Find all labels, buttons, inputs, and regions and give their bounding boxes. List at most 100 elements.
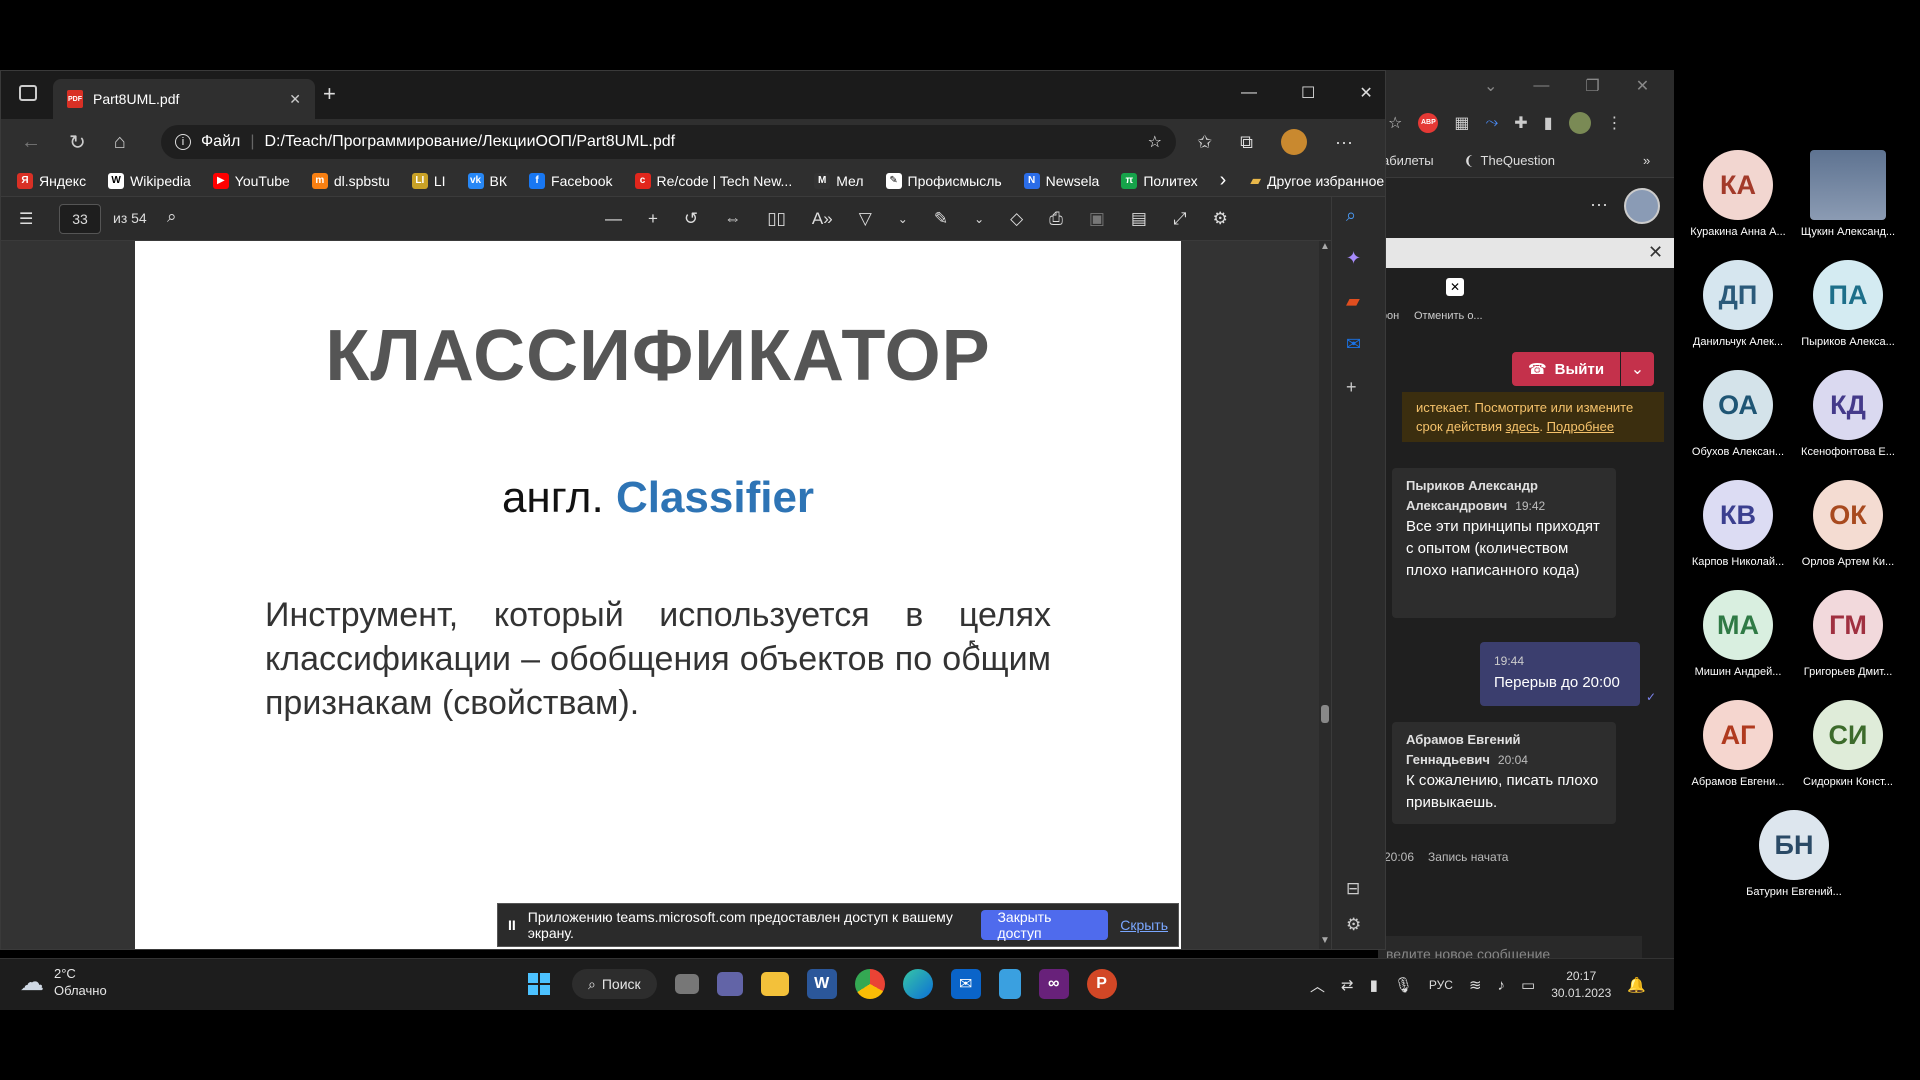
chevron-down-icon[interactable]: ⌄: [974, 212, 984, 226]
participant-tile[interactable]: Щукин Александ...: [1794, 150, 1902, 250]
outlook-icon[interactable]: ✉: [1346, 334, 1361, 355]
share-cancel-icon[interactable]: ✕: [1446, 278, 1464, 296]
participant-tile[interactable]: КД Ксенофонтова Е...: [1794, 370, 1902, 470]
participant-tile[interactable]: АГ Абрамов Евгени...: [1684, 700, 1792, 800]
maximize-icon[interactable]: ☐: [1301, 83, 1315, 103]
menu-icon[interactable]: ⋮: [1607, 113, 1623, 133]
battery-icon[interactable]: ▭: [1521, 976, 1535, 994]
network-adapter-icon[interactable]: ⇄: [1341, 976, 1354, 994]
collections-icon[interactable]: ⧉: [1240, 132, 1253, 153]
back-icon[interactable]: ←: [21, 131, 41, 154]
teams-chat-icon[interactable]: [716, 972, 743, 996]
find-icon[interactable]: ⌕: [167, 207, 177, 227]
participant-tile[interactable]: СИ Сидоркин Конст...: [1794, 700, 1902, 800]
participant-tile[interactable]: МА Мишин Андрей...: [1684, 590, 1792, 690]
settings-icon[interactable]: ⚙: [1213, 209, 1228, 229]
bookmark-item[interactable]: f Facebook: [529, 172, 613, 189]
zoom-in-icon[interactable]: +: [648, 209, 658, 229]
adblock-icon[interactable]: ABP: [1418, 112, 1439, 133]
bookmark-item[interactable]: ▶ YouTube: [212, 172, 290, 189]
language-indicator[interactable]: РУС: [1429, 978, 1453, 992]
mail-icon[interactable]: ✉: [950, 969, 981, 999]
close-window-icon[interactable]: ✕: [1359, 83, 1372, 103]
bookmark-item[interactable]: N Newsela: [1023, 172, 1099, 189]
edge-icon[interactable]: [902, 969, 933, 999]
new-tab-icon[interactable]: +: [323, 81, 336, 107]
bookmark-item[interactable]: ✎ Профисмысль: [885, 172, 1002, 189]
add-favorite-icon[interactable]: ☆: [1148, 132, 1162, 152]
chevron-up-icon[interactable]: ︿: [1310, 975, 1325, 996]
sidepanel-icon[interactable]: ▮: [1544, 113, 1553, 133]
more-bookmarks-icon[interactable]: »: [1643, 153, 1650, 168]
participant-tile[interactable]: КВ Карпов Николай...: [1684, 480, 1792, 580]
more-bookmarks-icon[interactable]: ›: [1220, 169, 1227, 192]
participant-tile[interactable]: ПА Пыриков Алекса...: [1794, 260, 1902, 360]
contents-icon[interactable]: ☰: [19, 209, 33, 229]
close-icon[interactable]: ✕: [1636, 76, 1649, 96]
other-favorites[interactable]: ▰ Другое избранное: [1250, 172, 1384, 189]
tab-pdf[interactable]: PDF Part8UML.pdf ✕: [53, 79, 315, 119]
star-icon[interactable]: ☆: [1388, 113, 1402, 133]
scroll-down-icon[interactable]: ▼: [1320, 935, 1330, 946]
microphone-icon[interactable]: 🎙: [1394, 976, 1413, 994]
bookmark-item[interactable]: LI LI: [411, 172, 446, 189]
chevron-down-icon[interactable]: ⌄: [1484, 76, 1497, 96]
file-explorer-icon[interactable]: [760, 972, 789, 996]
weather-widget[interactable]: ☁ 2°C Облачно: [20, 965, 107, 999]
save-icon[interactable]: ▣: [1089, 209, 1105, 229]
warning-link-here[interactable]: здесь: [1506, 419, 1540, 434]
user-avatar[interactable]: [1624, 188, 1660, 224]
pdf-scrollbar[interactable]: ▲ ▼: [1319, 241, 1331, 949]
highlight-icon[interactable]: ▽: [859, 209, 872, 229]
participant-tile[interactable]: ГМ Григорьев Дмит...: [1794, 590, 1902, 690]
menu-icon[interactable]: ···: [1335, 132, 1353, 153]
leave-button[interactable]: ☎ Выйти: [1512, 352, 1620, 386]
windows-start-icon[interactable]: [524, 969, 554, 999]
pdf-viewport[interactable]: КЛАССИФИКАТОР англ. Classifier Инструмен…: [1, 241, 1319, 949]
leave-dropdown-button[interactable]: ⌄: [1621, 352, 1654, 386]
task-view-icon[interactable]: [674, 974, 699, 994]
info-icon[interactable]: i: [175, 134, 191, 150]
bookmark-item[interactable]: vk ВК: [467, 172, 507, 189]
translate-icon[interactable]: ⤳: [1485, 114, 1498, 132]
word-icon[interactable]: W: [806, 969, 837, 999]
powerpoint-icon[interactable]: P: [1086, 969, 1117, 999]
refresh-icon[interactable]: ↻: [69, 130, 86, 155]
fullscreen-icon[interactable]: ⤢: [1173, 209, 1187, 229]
participant-tile[interactable]: БН Батурин Евгений...: [1740, 810, 1848, 910]
participant-tile[interactable]: ДП Данильчук Алек...: [1684, 260, 1792, 360]
hide-link[interactable]: Скрыть: [1120, 917, 1168, 933]
favorites-icon[interactable]: ✩: [1197, 132, 1212, 153]
restore-icon[interactable]: ❐: [1585, 76, 1599, 96]
bookmark-thequestion[interactable]: ❨ TheQuestion: [1464, 153, 1555, 169]
bookmark-item[interactable]: m dl.spbstu: [311, 172, 390, 189]
minimize-icon[interactable]: —: [1241, 84, 1257, 102]
scroll-up-icon[interactable]: ▲: [1320, 241, 1330, 252]
visual-studio-icon[interactable]: ∞: [1038, 969, 1069, 999]
office-icon[interactable]: ▰: [1346, 291, 1361, 312]
bookmark-item[interactable]: M Мел: [814, 172, 864, 189]
notepad-icon[interactable]: [998, 969, 1021, 999]
clock[interactable]: 20:17 30.01.2023: [1551, 968, 1611, 1002]
participant-tile[interactable]: ОК Орлов Артем Ки...: [1794, 480, 1902, 580]
bookmark-item[interactable]: c Re/code | Tech New...: [634, 172, 792, 189]
rotate-icon[interactable]: ↺: [684, 209, 698, 229]
bookmark-item[interactable]: Я Яндекс: [17, 172, 86, 189]
minimize-icon[interactable]: —: [1533, 77, 1549, 95]
participant-tile[interactable]: КА Куракина Анна А...: [1684, 150, 1792, 250]
zoom-out-icon[interactable]: —: [605, 209, 622, 229]
wifi-icon[interactable]: ≋: [1469, 976, 1482, 994]
taskbar-search[interactable]: ⌕ Поиск: [572, 969, 657, 999]
tab-actions-icon[interactable]: [19, 85, 37, 101]
page-number-input[interactable]: 33: [59, 204, 101, 234]
chevron-down-icon[interactable]: ⌄: [898, 212, 908, 226]
extension-icon[interactable]: ▦: [1454, 113, 1469, 133]
stop-sharing-button[interactable]: Закрыть доступ: [981, 909, 1109, 941]
address-bar[interactable]: i Файл | D:/Teach/Программирование/Лекци…: [161, 125, 1176, 159]
more-options-icon[interactable]: ···: [1590, 194, 1608, 215]
eraser-icon[interactable]: ◇: [1010, 209, 1023, 229]
close-icon[interactable]: ✕: [1648, 242, 1663, 263]
puzzle-icon[interactable]: ✚: [1514, 113, 1527, 133]
bookmark-item[interactable]: π Политех: [1121, 172, 1198, 189]
read-aloud-icon[interactable]: A»: [812, 209, 833, 229]
